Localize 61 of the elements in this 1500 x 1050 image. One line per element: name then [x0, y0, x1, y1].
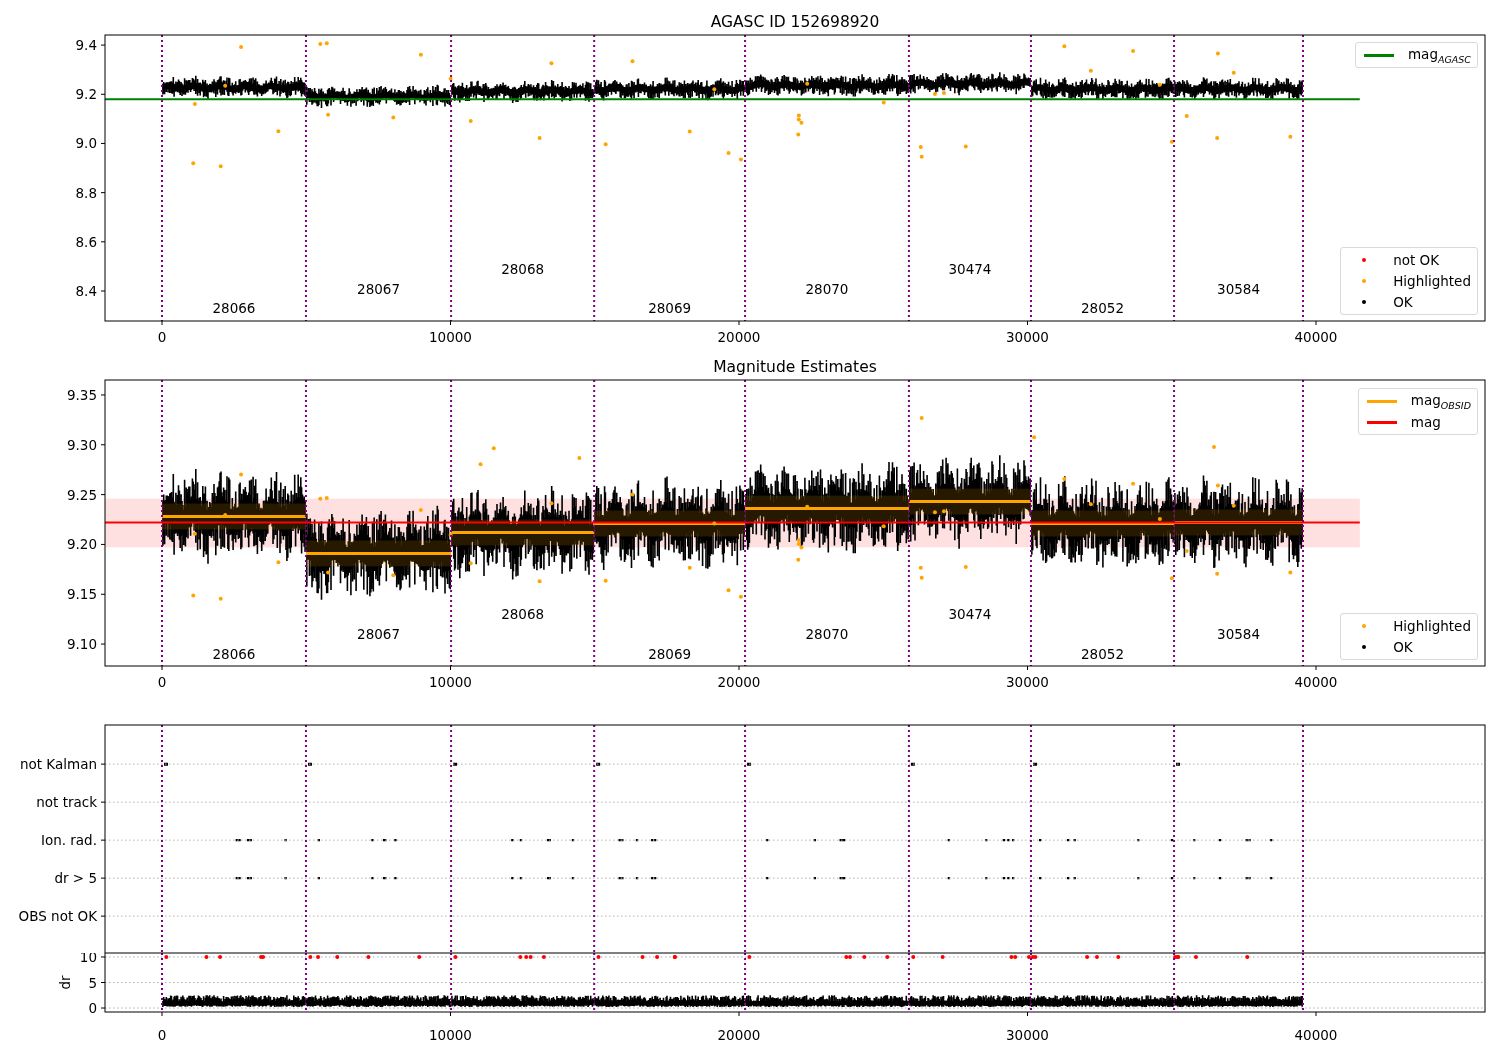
obsid-label: 30584	[1217, 280, 1260, 297]
tick-label: 20000	[717, 674, 761, 690]
tick-label: 9.35	[66, 386, 97, 403]
obsid-label: 30474	[948, 606, 992, 623]
legend-label: Highlighted	[1393, 273, 1471, 289]
tick-label: 8.4	[75, 283, 97, 299]
obsid-label: 28070	[805, 280, 849, 297]
axis-label: dr	[57, 975, 73, 990]
tick-label: 9.25	[66, 486, 97, 503]
tick-label: 0	[157, 1027, 167, 1043]
obsid-label: 28067	[357, 280, 400, 297]
obsid-label: 28052	[1081, 300, 1124, 317]
obsid-label: 28069	[648, 300, 692, 317]
tick-label: 10000	[429, 329, 472, 345]
obsid-label: 28066	[212, 300, 256, 317]
tick-label: Ion. rad.	[40, 832, 97, 849]
tick-label: OBS not OK	[18, 908, 97, 925]
tick-label: 8.6	[75, 233, 97, 250]
legend-label: mag$_{AGASC}$	[1407, 45, 1471, 65]
tick-label: 9.4	[75, 37, 97, 54]
tick-label: 30000	[1006, 1027, 1049, 1043]
tick-label: 0	[157, 329, 167, 345]
tick-label: 20000	[717, 329, 761, 345]
tick-label: 9.2	[75, 86, 97, 103]
tick-label: 9.30	[66, 436, 97, 453]
tick-label: not track	[36, 794, 97, 811]
tick-label: 5	[88, 974, 97, 991]
legend-label: mag$_{OBSID}$	[1410, 391, 1471, 411]
tick-label: dr > 5	[54, 870, 97, 887]
obsid-label: 28052	[1081, 646, 1124, 663]
obsid-label: 28069	[648, 646, 692, 663]
tick-label: 10000	[429, 674, 472, 690]
legend-label: not OK	[1393, 252, 1440, 268]
tick-label: 40000	[1294, 1027, 1338, 1043]
tick-label: 9.0	[75, 135, 97, 152]
tick-label: 9.20	[66, 536, 97, 553]
tick-label: 30000	[1006, 674, 1049, 690]
obsid-label: 30584	[1217, 626, 1260, 643]
tick-label: 9.10	[66, 636, 97, 653]
tick-label: 20000	[717, 1027, 761, 1043]
tick-label: 8.8	[75, 184, 97, 201]
obsid-label: 28066	[212, 646, 256, 663]
legend-label: mag	[1410, 414, 1441, 430]
tick-label: 40000	[1294, 329, 1338, 345]
obsid-label: 28068	[501, 606, 545, 623]
obsid-label: 28068	[501, 260, 545, 277]
tick-label: 9.15	[66, 586, 97, 603]
tick-label: 0	[88, 1000, 97, 1016]
chart-title: Magnitude Estimates	[713, 358, 877, 376]
obsid-label: 28070	[805, 626, 849, 643]
tick-label: 0	[157, 674, 167, 690]
obsid-label: 30474	[948, 260, 992, 277]
legend-label: Highlighted	[1393, 618, 1471, 634]
legend-label: OK	[1393, 294, 1413, 310]
tick-label: 30000	[1006, 329, 1049, 345]
chart-title: AGASC ID 152698920	[710, 13, 880, 31]
tick-label: not Kalman	[19, 756, 97, 773]
tick-label: 10000	[429, 1027, 472, 1043]
tick-label: 40000	[1294, 674, 1338, 690]
obsid-label: 28067	[357, 626, 400, 643]
legend-label: OK	[1393, 639, 1413, 655]
